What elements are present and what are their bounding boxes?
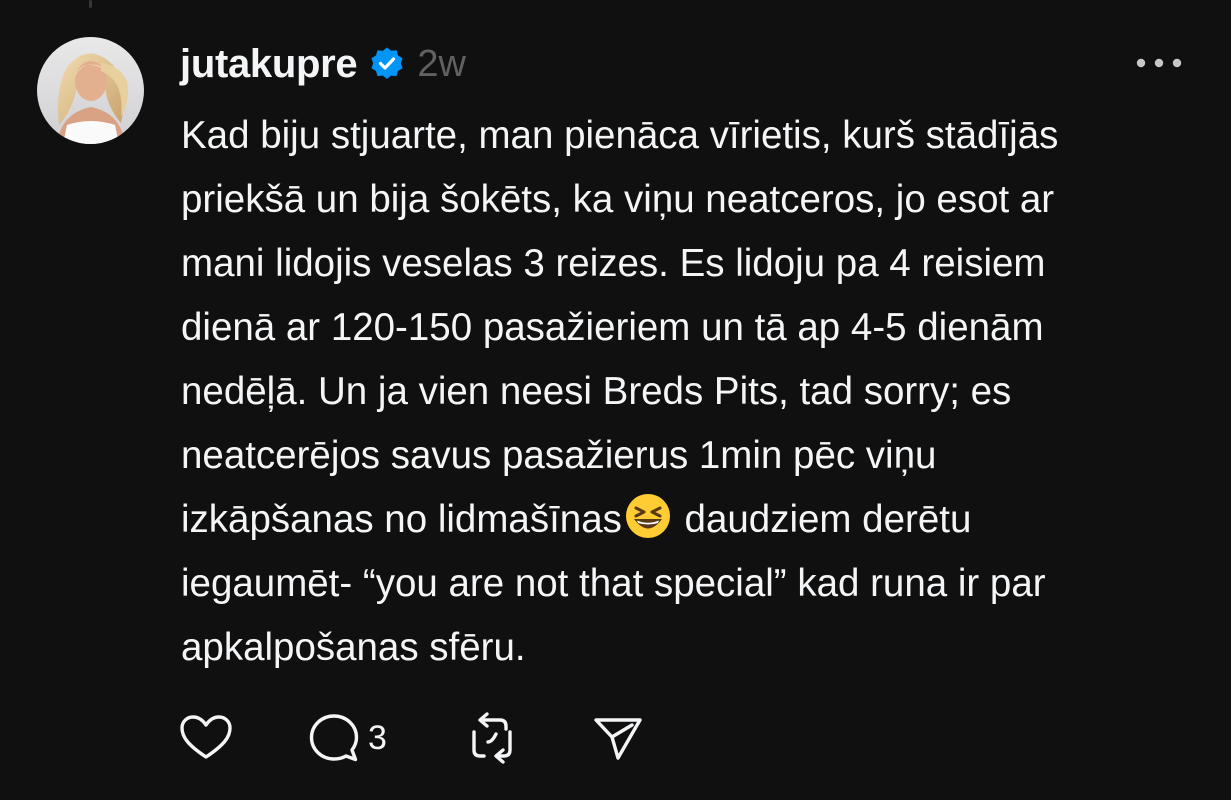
verified-badge-icon: [369, 46, 405, 82]
post-text-segment: izkāpšanas no lidmašīnas: [181, 498, 622, 541]
post-timestamp: 2w: [417, 42, 466, 85]
comment-icon: [309, 714, 359, 762]
post-text-segment: daudziem derētu: [673, 498, 972, 541]
share-button[interactable]: [592, 708, 644, 768]
post-text-line: apkalpošanas sfēru.: [181, 626, 526, 669]
repost-button[interactable]: [466, 708, 518, 768]
post-text-line: priekšā un bija šokēts, ka viņu neatcero…: [181, 178, 1055, 221]
avatar[interactable]: [37, 37, 144, 144]
like-button[interactable]: [178, 708, 234, 768]
post-text-line: neatcerējos savus pasažierus 1min pēc vi…: [181, 434, 937, 477]
post-text-line: mani lidojis veselas 3 reizes. Es lidoju…: [181, 242, 1046, 285]
post-text-line: dienā ar 120-150 pasažieriem un tā ap 4-…: [181, 306, 1044, 349]
post-text-line: Kad biju stjuarte, man pienāca vīrietis,…: [181, 114, 1059, 157]
repost-icon: [472, 712, 512, 764]
post-text-line: iegaumēt- “you are not that special” kad…: [181, 562, 1046, 605]
reply-button[interactable]: 3: [308, 708, 387, 768]
heart-icon: [180, 715, 232, 759]
thread-connector-line: [89, 0, 92, 8]
post-text-line: nedēļā. Un ja vien neesi Breds Pits, tad…: [181, 370, 1012, 413]
post-body: Kad biju stjuarte, man pienāca vīrietis,…: [181, 104, 1211, 680]
send-icon: [594, 718, 642, 760]
username[interactable]: jutakupre: [180, 42, 358, 87]
reply-count: 3: [368, 718, 387, 757]
more-options-button[interactable]: [1133, 48, 1185, 78]
grinning-squinting-face-icon: [622, 492, 674, 540]
post-text-line-with-emoji: izkāpšanas no lidmašīnas daudziem derētu: [181, 488, 1211, 552]
avatar-image: [37, 37, 144, 144]
more-icon: [1136, 58, 1182, 68]
post-header: jutakupre 2w: [180, 34, 466, 94]
